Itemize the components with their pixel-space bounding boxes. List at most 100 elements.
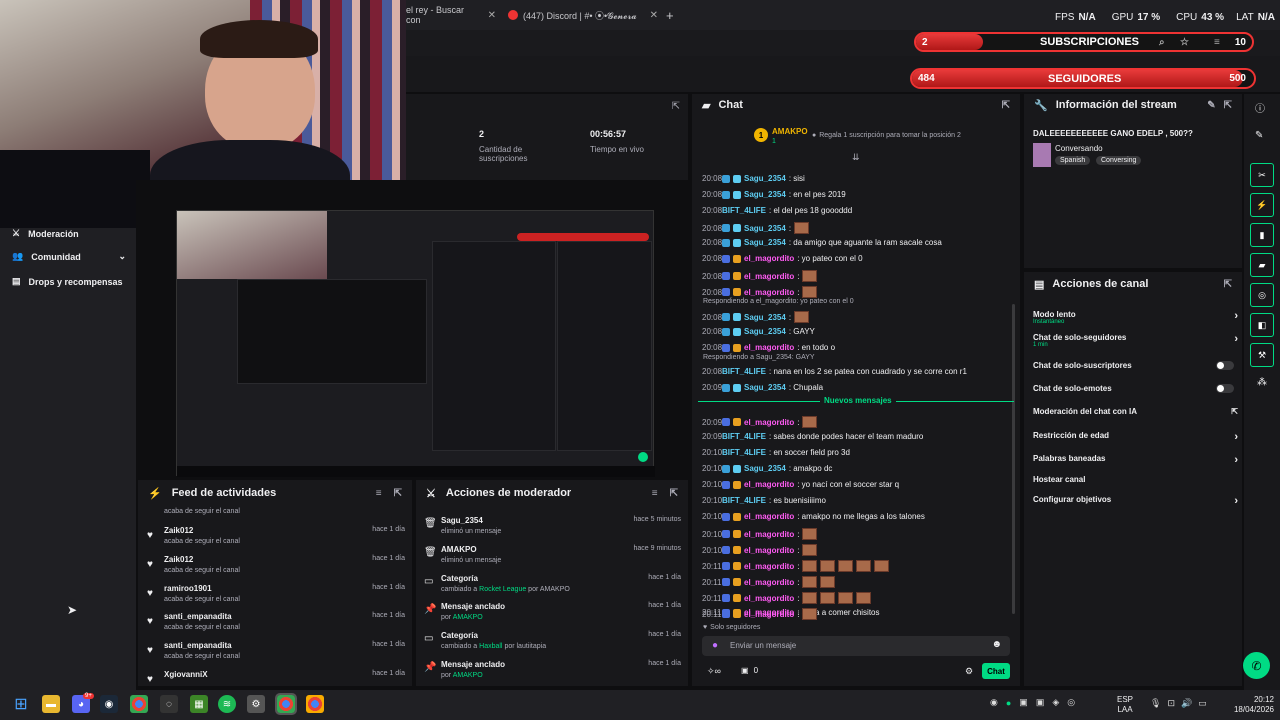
close-icon[interactable]: ✕ [488, 10, 496, 21]
chat-message[interactable]: 20:11 el_magordito: [702, 592, 872, 604]
chat-message[interactable]: 20:08 BIFT_4LIFE: el del pes 18 goooddd [702, 206, 852, 215]
channel-action-item[interactable]: Hostear canal [1033, 475, 1238, 484]
chat-username[interactable]: Sagu_2354 [744, 174, 786, 183]
minecraft-icon[interactable]: ▦ [190, 695, 208, 713]
share-icon[interactable]: ⁂ [1257, 377, 1267, 388]
chat-username[interactable]: el_magordito [744, 480, 794, 489]
help-chat-button[interactable]: ✆ [1243, 652, 1270, 679]
feed-user[interactable]: santi_empanadita [164, 612, 232, 621]
channel-action-item[interactable]: Palabras baneadas › [1033, 454, 1238, 466]
chat-message[interactable]: 20:08 Sagu_2354: sisi [702, 174, 805, 183]
chat-username[interactable]: Sagu_2354 [744, 224, 786, 233]
chat-emote[interactable] [794, 222, 810, 234]
chat-username[interactable]: Sagu_2354 [744, 327, 786, 336]
feed-user[interactable]: Zaik012 [164, 555, 193, 564]
windows-start-icon[interactable]: ⊞ [12, 695, 30, 713]
leaderboard-user[interactable]: AMAKPO [772, 127, 808, 136]
feed-item[interactable]: ♥ ramiroo1901 acaba de seguir el canal hace… [147, 581, 409, 610]
filter-icon[interactable]: ≡ [652, 488, 658, 499]
steam-icon[interactable]: ◉ [100, 695, 118, 713]
popout-icon[interactable]: ⇱ [1224, 100, 1232, 111]
network-icon[interactable]: ⊡ [1167, 698, 1175, 709]
chat-emote[interactable] [802, 416, 818, 428]
chat-username[interactable]: Sagu_2354 [744, 238, 786, 247]
tray-icon[interactable]: ◈ [1052, 697, 1059, 708]
close-icon[interactable]: ✕ [650, 10, 658, 21]
mod-action-target[interactable]: Haxball [479, 643, 502, 650]
chat-username[interactable]: Sagu_2354 [744, 464, 786, 473]
language-indicator[interactable]: ESP LAA [1117, 695, 1133, 715]
chat-emote[interactable] [802, 592, 818, 604]
chat-emote[interactable] [802, 528, 818, 540]
info-icon[interactable]: ⓘ [1255, 100, 1265, 115]
chat-username[interactable]: el_magordito [744, 254, 794, 263]
chat-message[interactable]: 20:10 el_magordito: [702, 528, 818, 540]
chat-emote[interactable] [802, 270, 818, 282]
emote-picker-icon[interactable]: ☻ [991, 639, 1002, 650]
browser-tab-discord[interactable]: (447) Discord | #• ⦿•𝓖𝓮𝓷𝓮𝓻𝓪 ✕ [508, 5, 658, 25]
chat-message[interactable]: 20:08 BIFT_4LIFE: nana en los 2 se patea … [702, 367, 967, 376]
tray-icon[interactable]: ▣ [1036, 697, 1045, 708]
channel-action-item[interactable]: Chat de solo-seguidores 1 min › [1033, 333, 1238, 348]
chat-username[interactable]: BIFT_4LIFE [722, 206, 766, 215]
chat-emote[interactable] [820, 576, 836, 588]
chat-message[interactable]: 20:11 el_magordito: [702, 576, 836, 588]
toggle-switch[interactable] [1216, 361, 1234, 370]
mod-action-item[interactable]: 📌 Mensaje anclado por AMAKPO hace 1 día [422, 599, 685, 628]
chat-message[interactable]: 20:09 BIFT_4LIFE: sabes donde podes hacer… [702, 432, 923, 441]
chat-message[interactable]: 20:08 el_magordito: yo pateo con el 0 [702, 254, 863, 263]
stream-category[interactable]: Conversando [1055, 144, 1103, 153]
mod-action-item[interactable]: 🗑 Sagu_2354 eliminó un mensaje hace 5 minut… [422, 513, 685, 542]
chat-input[interactable]: ● Enviar un mensaje ☻ [702, 636, 1010, 656]
channel-action-item[interactable]: Chat de solo-suscriptores [1033, 361, 1238, 370]
collapse-icon[interactable]: ⇊ [852, 152, 860, 163]
chat-username[interactable]: el_magordito [744, 594, 794, 603]
chat-emote[interactable] [838, 592, 854, 604]
chat-username[interactable]: BIFT_4LIFE [722, 448, 766, 457]
clock[interactable]: 20:12 18/04/2026 [1228, 695, 1274, 715]
chat-username[interactable]: el_magordito [744, 343, 794, 352]
popout-icon[interactable]: ⇱ [1224, 279, 1232, 290]
pencil-icon[interactable]: ✎ [1255, 130, 1263, 141]
channel-action-item[interactable]: Moderación del chat con IA ⇱ [1033, 407, 1238, 416]
toggle-switch[interactable] [1216, 384, 1234, 393]
popout-icon[interactable]: ⇱ [672, 101, 680, 112]
chat-message[interactable]: 20:08 el_magordito: en todo o [702, 343, 835, 352]
filter-icon[interactable]: ≡ [376, 488, 382, 499]
nvidia-tray-icon[interactable]: ● [1006, 698, 1011, 708]
mod-action-item[interactable]: ▭ Categoría cambiado a Rocket League por A… [422, 571, 685, 600]
chat-message[interactable]: 20:09 el_magordito: [702, 416, 818, 428]
mod-action-item[interactable]: 📌 Mensaje anclado por AMAKPO hace 1 día [422, 657, 685, 686]
channel-action-item[interactable]: Chat de solo-emotes [1033, 384, 1238, 393]
quick-action-settings[interactable]: ⚒ [1250, 343, 1274, 367]
feed-item[interactable]: ♥ Zaik012 acaba de seguir el canal hace 1 d… [147, 523, 409, 552]
chat-message[interactable]: 20:10 el_magordito: yo nací con el soccer… [702, 480, 899, 489]
chat-username[interactable]: BIFT_4LIFE [722, 367, 766, 376]
stream-tag[interactable]: Spanish [1055, 156, 1091, 165]
chat-username[interactable]: el_magordito [744, 272, 794, 281]
feed-item[interactable]: ♥ santi_empanadita acaba de seguir el cana… [147, 638, 409, 667]
chat-message[interactable]: 20:11 el_magordito: [702, 560, 890, 572]
settings-app-icon[interactable]: ⚙ [247, 695, 265, 713]
edit-icon[interactable]: ✎ [1207, 100, 1215, 111]
chat-username[interactable]: BIFT_4LIFE [722, 432, 766, 441]
chat-emote[interactable] [802, 286, 818, 298]
chat-message[interactable]: 20:08 el_magordito: [702, 270, 818, 282]
channel-action-item[interactable]: Restricción de edad › [1033, 431, 1238, 443]
epic-icon[interactable]: ◌ [160, 695, 178, 713]
chrome-canary-icon[interactable] [306, 695, 324, 713]
chat-emote[interactable] [802, 608, 818, 620]
tray-icon[interactable]: ◎ [1067, 697, 1075, 708]
chat-emote[interactable] [802, 576, 818, 588]
sidebar-item-drops[interactable]: ▤ Drops y recompensas [12, 276, 123, 287]
chat-emote[interactable] [856, 592, 872, 604]
chrome-active-icon[interactable] [275, 693, 297, 715]
chat-message[interactable]: 20:08 el_magordito: [702, 286, 818, 298]
chat-emote[interactable] [802, 544, 818, 556]
quick-action-raid[interactable]: ⚡ [1250, 193, 1274, 217]
chat-emote[interactable] [794, 311, 810, 323]
quick-action-clip[interactable]: ✂ [1250, 163, 1274, 187]
chat-username[interactable]: Sagu_2354 [744, 383, 786, 392]
mod-action-target[interactable]: Rocket League [479, 586, 526, 593]
feed-item[interactable]: ♥ santi_empanadita acaba de seguir el cana… [147, 609, 409, 638]
